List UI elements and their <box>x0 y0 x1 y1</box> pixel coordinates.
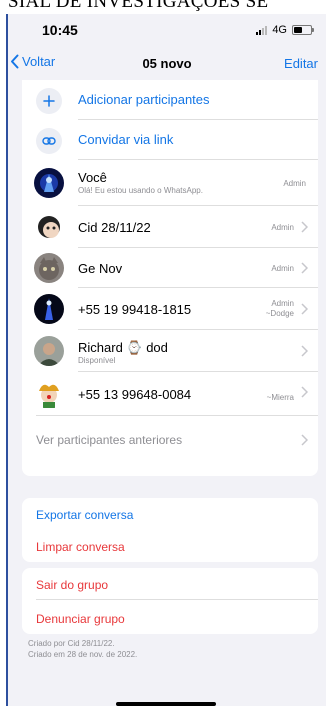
chevron-right-icon <box>301 221 308 233</box>
navigation-bar: Voltar 05 novo Editar <box>8 50 326 74</box>
past-participants-row[interactable]: Ver participantes anteriores <box>22 416 318 462</box>
clown-avatar-icon <box>34 379 64 409</box>
network-label: 4G <box>272 24 287 36</box>
participant-row[interactable]: Ge Nov Admin <box>22 248 318 288</box>
leave-group-label: Sair do grupo <box>36 578 109 592</box>
chevron-right-icon <box>301 434 308 446</box>
chat-actions-card: Exportar conversa Limpar conversa <box>22 498 318 562</box>
home-indicator[interactable] <box>116 702 216 706</box>
participant-status: Olá! Eu estou usando o WhatsApp. <box>78 186 203 195</box>
participant-role: Admin <box>271 264 294 273</box>
report-group-row[interactable]: Denunciar grupo <box>22 600 318 634</box>
participants-card: Adicionar participantes Convidar via lin… <box>22 80 318 476</box>
chevron-right-icon <box>301 345 308 357</box>
signal-icon <box>256 25 268 35</box>
participant-name: +55 13 99648-0084 <box>78 387 192 402</box>
invite-link-row[interactable]: Convidar via link <box>22 120 318 160</box>
clear-chat-row[interactable]: Limpar conversa <box>22 530 318 562</box>
participant-name: +55 19 99418-1815 <box>78 302 192 317</box>
add-participants-row[interactable]: Adicionar participantes <box>22 80 318 120</box>
participant-nickname: ~Mierra <box>266 393 294 402</box>
participant-row[interactable]: +55 19 99418-1815 Admin ~Dodge <box>22 288 318 330</box>
participant-row[interactable]: Richard ⌚ dod Disponível <box>22 330 318 372</box>
participant-role-group: Admin ~Dodge <box>266 299 294 319</box>
participant-name: Você <box>78 170 107 185</box>
night-avatar-icon <box>34 294 64 324</box>
participant-nickname: ~Dodge <box>265 309 294 318</box>
link-icon <box>36 128 62 154</box>
chevron-right-icon <box>301 262 308 274</box>
person-avatar-icon <box>34 336 64 366</box>
group-actions-card: Sair do grupo Denunciar grupo <box>22 568 318 634</box>
export-chat-label: Exportar conversa <box>36 508 134 522</box>
participant-role: Admin <box>271 223 294 232</box>
created-by-text: Criado por Cid 28/11/22. <box>28 639 115 648</box>
clear-chat-label: Limpar conversa <box>36 540 125 554</box>
past-participants-label: Ver participantes anteriores <box>36 433 183 447</box>
status-indicators: 4G <box>256 24 314 36</box>
cat-avatar-icon <box>34 253 64 283</box>
edit-button[interactable]: Editar <box>284 56 318 71</box>
participant-status: Disponível <box>78 356 116 365</box>
report-group-label: Denunciar grupo <box>36 612 125 626</box>
phone-screen: 10:45 4G Voltar 05 novo Editar Adicionar… <box>6 14 326 706</box>
participant-row[interactable]: Cid 28/11/22 Admin <box>22 206 318 248</box>
cropped-banner: SIAL DE INVESTIGAÇÕES SE <box>0 0 326 14</box>
sticker-avatar-icon <box>34 212 64 242</box>
participant-row[interactable]: Você Olá! Eu estou usando o WhatsApp. Ad… <box>22 160 318 206</box>
participant-name: Cid 28/11/22 <box>78 220 151 235</box>
participant-name: Richard ⌚ dod <box>78 340 168 355</box>
add-participants-label: Adicionar participantes <box>78 92 210 107</box>
participant-role: Admin <box>271 299 294 308</box>
export-chat-row[interactable]: Exportar conversa <box>22 498 318 530</box>
status-bar: 10:45 4G <box>8 14 326 44</box>
plus-icon <box>36 88 62 114</box>
participant-role: Admin <box>283 179 306 188</box>
status-time: 10:45 <box>42 22 78 38</box>
created-on-text: Criado em 28 de nov. de 2022. <box>28 650 138 659</box>
participant-row[interactable]: +55 13 99648-0084 ~Mierra <box>22 372 318 416</box>
invite-link-label: Convidar via link <box>78 132 174 147</box>
banner-text: SIAL DE INVESTIGAÇÕES SE <box>8 0 269 12</box>
blue-glow-avatar-icon <box>34 168 64 198</box>
battery-icon <box>292 25 314 35</box>
chevron-right-icon <box>301 386 308 398</box>
leave-group-row[interactable]: Sair do grupo <box>22 568 318 600</box>
group-info-footer: Criado por Cid 28/11/22. Criado em 28 de… <box>28 638 137 660</box>
participant-name: Ge Nov <box>78 261 123 276</box>
chevron-right-icon <box>301 303 308 315</box>
page-title: 05 novo <box>142 56 192 71</box>
